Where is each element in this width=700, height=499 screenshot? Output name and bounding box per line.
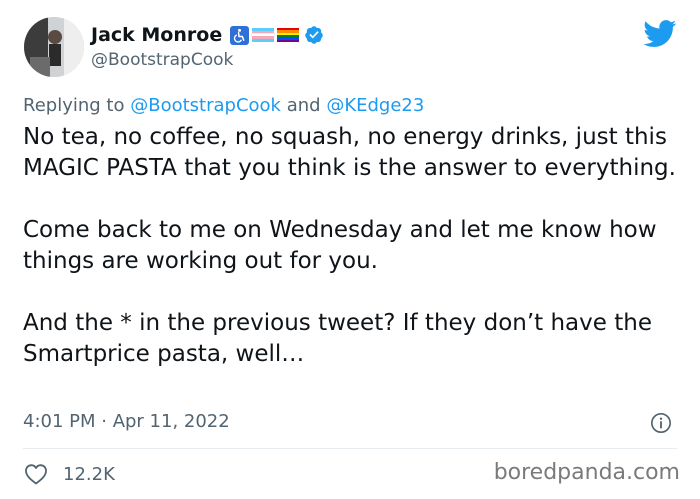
accessibility-icon: [230, 25, 250, 45]
trans-flag-icon: [251, 28, 276, 42]
author-row: Jack Monroe: [91, 22, 324, 48]
verified-icon: [305, 26, 323, 44]
tweet-body: No tea, no coffee, no squash, no energy …: [23, 122, 683, 370]
tweet-paragraph: And the * in the previous tweet? If they…: [23, 310, 652, 367]
reply-prefix: Replying to: [23, 95, 125, 116]
avatar[interactable]: [24, 17, 84, 77]
info-icon[interactable]: [650, 412, 672, 434]
author-handle[interactable]: @BootstrapCook: [91, 50, 233, 70]
author-name[interactable]: Jack Monroe: [91, 24, 222, 46]
tweet-timestamp[interactable]: 4:01 PM · Apr 11, 2022: [23, 411, 230, 432]
watermark: boredpanda.com: [493, 460, 680, 485]
tweet-card: Jack Monroe @BootstrapCook Replying to @…: [0, 0, 700, 499]
tweet-paragraph: No tea, no coffee, no squash, no energy …: [23, 124, 676, 181]
like-count: 12.2K: [63, 464, 115, 485]
author-badges: [230, 25, 324, 45]
reply-joiner: and: [286, 95, 321, 116]
tweet-paragraph: Come back to me on Wednesday and let me …: [23, 217, 657, 274]
divider: [23, 448, 677, 449]
heart-icon[interactable]: [24, 463, 48, 485]
rainbow-flag-icon: [277, 28, 300, 42]
avatar-image: [24, 17, 84, 77]
reply-mention-2[interactable]: @KEdge23: [326, 95, 424, 116]
reply-mention-1[interactable]: @BootstrapCook: [130, 95, 281, 116]
twitter-bird-icon[interactable]: [643, 20, 677, 48]
reply-context: Replying to @BootstrapCook and @KEdge23: [23, 95, 424, 116]
